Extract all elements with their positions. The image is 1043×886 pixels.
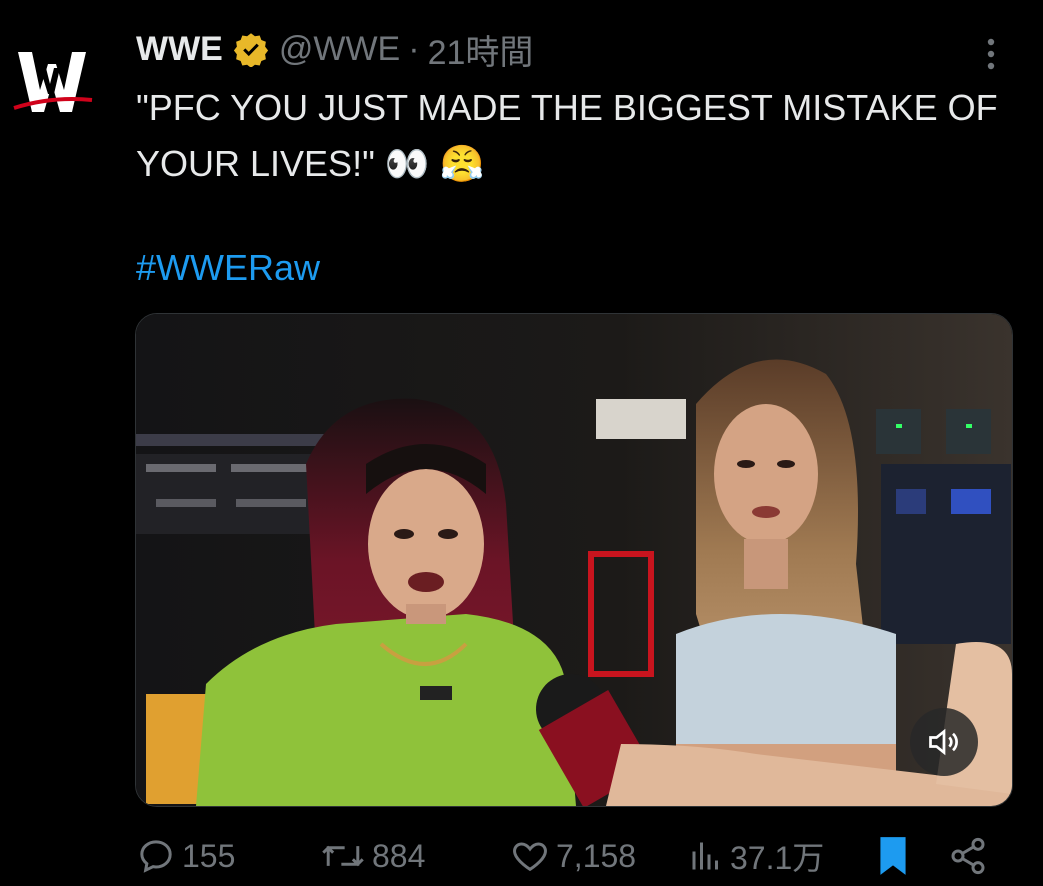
more-options-button[interactable] [979,34,1003,74]
tweet-actions: 155 884 7,158 37.1万 [136,826,996,886]
separator-dot: · [408,29,420,68]
tweet-emoji: 👀 😤 [384,143,485,184]
reply-button[interactable]: 155 [136,826,235,886]
reply-count: 155 [182,837,236,874]
mute-toggle-button[interactable] [910,708,978,776]
more-vertical-icon [987,38,995,70]
bookmark-icon [880,837,906,875]
views-icon [692,842,718,870]
hashtag-link[interactable]: #WWERaw [136,244,320,292]
author-handle[interactable]: @WWE [279,30,400,69]
retweet-icon [322,845,364,867]
views-button[interactable]: 37.1万 [688,826,824,886]
share-button[interactable] [948,826,994,886]
reply-icon [140,840,172,873]
share-icon [951,837,985,875]
tweet-text: "PFC YOU JUST MADE THE BIGGEST MISTAKE O… [136,80,1016,192]
speaker-icon [929,728,958,756]
retweet-count: 884 [372,837,426,874]
like-button[interactable]: 7,158 [510,826,636,886]
avatar[interactable] [12,38,98,124]
retweet-button[interactable]: 884 [320,826,425,886]
verified-badge-icon [233,33,268,67]
tweet-video[interactable] [135,313,1013,807]
author-name[interactable]: WWE [136,30,223,69]
video-frame-image [136,314,1012,806]
heart-icon [513,842,547,872]
bookmark-button[interactable] [874,826,918,886]
views-count: 37.1万 [730,840,825,876]
wwe-logo-icon [12,38,98,124]
tweet-text-body: "PFC YOU JUST MADE THE BIGGEST MISTAKE O… [136,87,998,184]
tweet-timestamp[interactable]: 21時間 [428,25,534,74]
like-count: 7,158 [556,837,637,874]
tweet-header: WWE @WWE · 21時間 [136,26,533,72]
